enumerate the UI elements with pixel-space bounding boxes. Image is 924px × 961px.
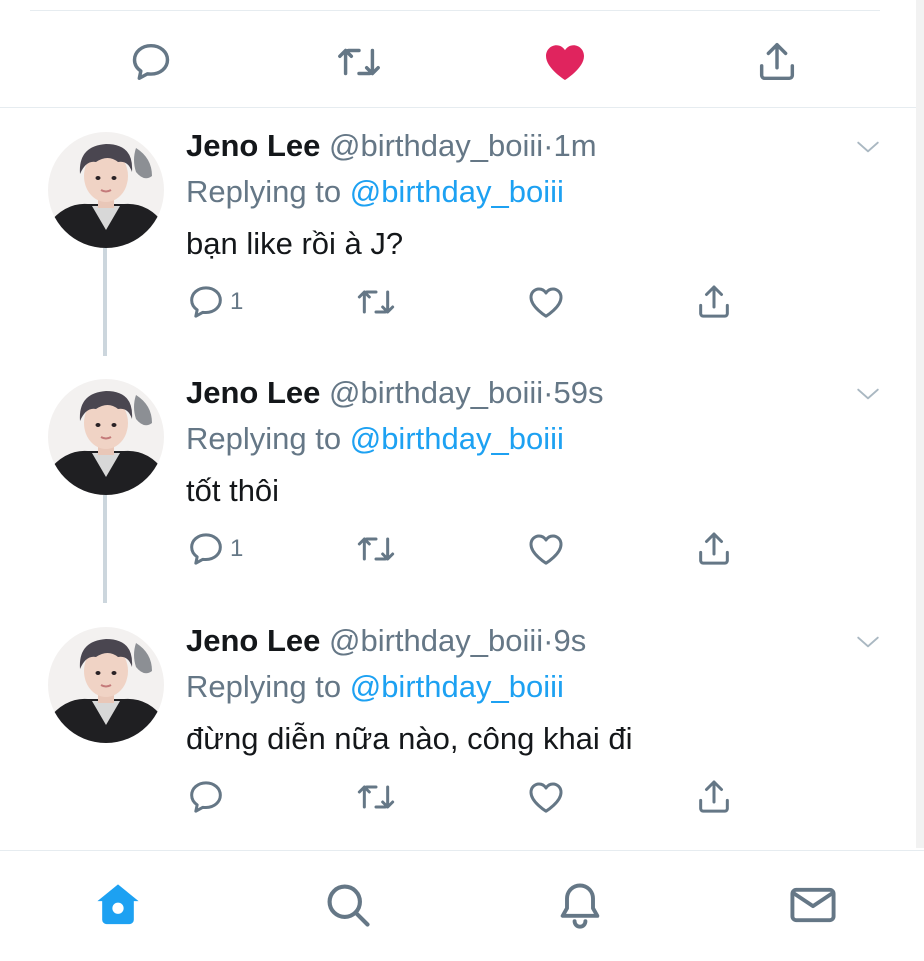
- replying-prefix: Replying to: [186, 174, 342, 209]
- timestamp[interactable]: 9s: [553, 623, 586, 658]
- retweet-button[interactable]: [356, 775, 396, 819]
- reply-icon: [186, 777, 226, 817]
- tweet-text: tốt thôi: [186, 473, 280, 508]
- tweet-actions: [186, 775, 746, 819]
- tweet[interactable]: Jeno Lee @birthday_boiii·59s Replying to…: [0, 355, 900, 603]
- handle[interactable]: @birthday_boiii: [329, 375, 543, 410]
- heart-icon: [526, 282, 566, 322]
- notifications-bell-icon[interactable]: [552, 877, 608, 933]
- timestamp[interactable]: 1m: [553, 128, 596, 163]
- home-icon[interactable]: [90, 877, 146, 933]
- retweet-icon: [356, 777, 396, 817]
- tweet[interactable]: Jeno Lee @birthday_boiii·9s Replying to …: [0, 603, 900, 851]
- retweet-icon: [356, 529, 396, 569]
- reply-button[interactable]: [186, 775, 230, 819]
- scrollbar[interactable]: [916, 0, 924, 848]
- like-button[interactable]: [526, 280, 566, 324]
- share-icon: [694, 282, 734, 322]
- retweet-button[interactable]: [356, 280, 396, 324]
- chevron-down-icon[interactable]: [848, 627, 888, 657]
- mention-link[interactable]: @birthday_boiii: [350, 421, 564, 456]
- reply-button[interactable]: 1: [186, 280, 243, 324]
- timestamp[interactable]: 59s: [553, 375, 603, 410]
- reply-count: 1: [230, 288, 244, 315]
- retweet-button[interactable]: [356, 527, 396, 571]
- heart-icon: [526, 529, 566, 569]
- reply-icon: [186, 529, 226, 569]
- avatar[interactable]: [48, 132, 164, 248]
- share-button[interactable]: [694, 280, 734, 324]
- reply-button[interactable]: 1: [186, 527, 243, 571]
- focused-tweet-actions: [0, 20, 924, 100]
- share-icon[interactable]: [753, 38, 801, 86]
- mention-link[interactable]: @birthday_boiii: [350, 174, 564, 209]
- retweet-icon: [356, 282, 396, 322]
- share-icon: [694, 529, 734, 569]
- replying-to: Replying to @birthday_boiii: [186, 421, 564, 457]
- handle[interactable]: @birthday_boiii: [329, 623, 543, 658]
- display-name[interactable]: Jeno Lee: [186, 375, 320, 410]
- handle[interactable]: @birthday_boiii: [329, 128, 543, 163]
- tweet-actions: 1: [186, 527, 746, 571]
- share-button[interactable]: [694, 775, 734, 819]
- tweet-header: Jeno Lee @birthday_boiii·59s: [186, 375, 603, 411]
- tweet-header: Jeno Lee @birthday_boiii·1m: [186, 128, 597, 164]
- liked-heart-icon[interactable]: [541, 38, 589, 86]
- tweet-text: đừng diễn nữa nào, công khai đi: [186, 721, 633, 756]
- tweet[interactable]: Jeno Lee @birthday_boiii·1m Replying to …: [0, 108, 900, 356]
- top-divider: [30, 10, 880, 11]
- separator: ·: [543, 375, 554, 410]
- avatar[interactable]: [48, 627, 164, 743]
- separator: ·: [543, 128, 554, 163]
- reply-count: 1: [230, 535, 244, 562]
- thread-line: [103, 495, 107, 603]
- replying-to: Replying to @birthday_boiii: [186, 669, 564, 705]
- mention-link[interactable]: @birthday_boiii: [350, 669, 564, 704]
- like-button[interactable]: [526, 527, 566, 571]
- replying-to: Replying to @birthday_boiii: [186, 174, 564, 210]
- chevron-down-icon[interactable]: [848, 379, 888, 409]
- messages-envelope-icon[interactable]: [785, 877, 841, 933]
- search-icon[interactable]: [320, 877, 376, 933]
- heart-icon: [526, 777, 566, 817]
- thread-line: [103, 248, 107, 356]
- replying-prefix: Replying to: [186, 669, 342, 704]
- reply-icon[interactable]: [127, 38, 175, 86]
- tweet-header: Jeno Lee @birthday_boiii·9s: [186, 623, 586, 659]
- bottom-nav: [0, 850, 924, 961]
- display-name[interactable]: Jeno Lee: [186, 623, 320, 658]
- reply-icon: [186, 282, 226, 322]
- separator: ·: [543, 623, 554, 658]
- replying-prefix: Replying to: [186, 421, 342, 456]
- display-name[interactable]: Jeno Lee: [186, 128, 320, 163]
- like-button[interactable]: [526, 775, 566, 819]
- retweet-icon[interactable]: [335, 38, 383, 86]
- avatar[interactable]: [48, 379, 164, 495]
- share-button[interactable]: [694, 527, 734, 571]
- tweet-text: bạn like rồi à J?: [186, 226, 404, 261]
- chevron-down-icon[interactable]: [848, 132, 888, 162]
- share-icon: [694, 777, 734, 817]
- tweet-actions: 1: [186, 280, 746, 324]
